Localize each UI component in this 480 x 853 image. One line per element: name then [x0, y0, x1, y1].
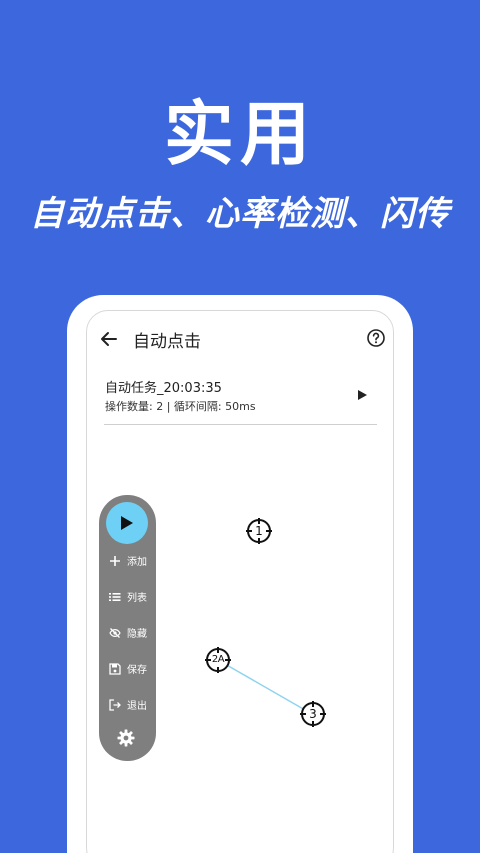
hero-title: 实用	[164, 93, 316, 175]
save-icon	[109, 663, 121, 675]
hide-label: 隐藏	[127, 629, 147, 640]
exit-label: 退出	[127, 701, 147, 712]
hide-button[interactable]: 隐藏	[99, 621, 156, 645]
add-button[interactable]: 添加	[99, 549, 156, 573]
hero-subtitle: 自动点击、心率检测、闪传	[30, 194, 450, 234]
eye-off-icon	[109, 628, 121, 638]
play-icon	[121, 516, 133, 530]
run-button[interactable]	[106, 502, 148, 544]
plus-icon	[110, 556, 120, 566]
floating-toolbar: 添加 列表 隐藏 保存 退出	[99, 495, 156, 761]
marker-label: 2A	[211, 654, 225, 665]
add-label: 添加	[127, 557, 147, 568]
save-button[interactable]: 保存	[99, 657, 156, 681]
tap-point-marker-3[interactable]: 3	[300, 701, 326, 727]
exit-icon	[109, 699, 121, 711]
tap-point-marker-1[interactable]: 1	[246, 518, 272, 544]
exit-button[interactable]: 退出	[99, 693, 156, 717]
save-label: 保存	[127, 665, 147, 676]
list-icon	[109, 593, 121, 601]
list-label: 列表	[127, 593, 147, 604]
settings-button[interactable]	[117, 729, 135, 747]
tap-point-marker-2a[interactable]: 2A	[205, 647, 231, 673]
gear-icon	[117, 729, 135, 747]
marker-label: 1	[255, 524, 263, 538]
list-button[interactable]: 列表	[99, 585, 156, 609]
marker-label: 3	[309, 707, 317, 721]
app-screen: 自动点击 自动任务_20:03:35 操作数量: 2 | 循环间隔: 50ms	[86, 310, 394, 853]
